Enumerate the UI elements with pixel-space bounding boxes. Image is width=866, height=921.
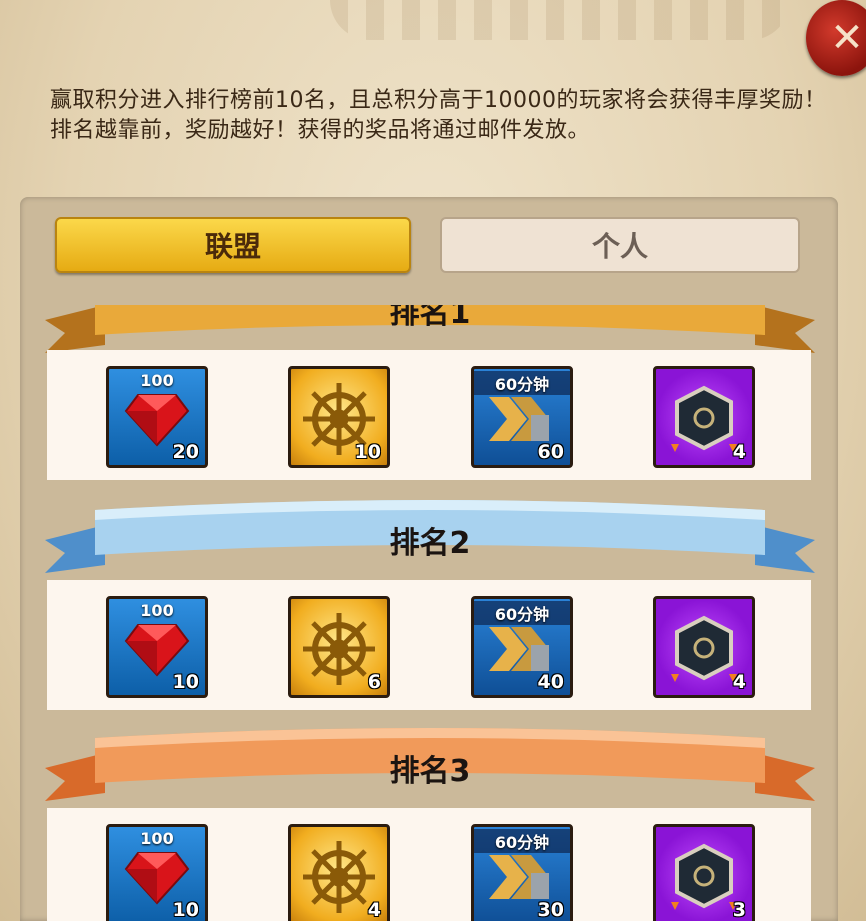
reward-top-label: 100	[140, 371, 174, 390]
event-description: 赢取积分进入排行榜前10名，且总积分高于10000的玩家将会获得丰厚奖励！排名越…	[50, 88, 827, 143]
reward-ship-wheel[interactable]: 4	[288, 824, 390, 921]
reward-count: 60	[537, 441, 564, 463]
rank-2-card: 100 10 6 60分钟 40 4	[47, 580, 811, 710]
reward-count: 20	[172, 441, 199, 463]
reward-count: 4	[732, 671, 746, 693]
rank-1-label: 排名1	[389, 305, 471, 331]
reward-speedup[interactable]: 60分钟 40	[471, 596, 573, 698]
header-ornament	[330, 0, 790, 40]
ruby-icon	[124, 623, 190, 677]
speedup-icon	[489, 854, 549, 899]
reward-count: 4	[367, 899, 381, 921]
rank-2-label: 排名2	[389, 526, 471, 561]
rank-3-label: 排名3	[389, 754, 471, 789]
speedup-icon	[489, 626, 549, 671]
reward-ruby[interactable]: 100 10	[106, 596, 208, 698]
reward-count: 6	[367, 671, 381, 693]
reward-compass-badge[interactable]: 4	[653, 596, 755, 698]
compass-badge-icon	[671, 843, 737, 910]
close-icon: ✕	[830, 15, 864, 61]
reward-speedup[interactable]: 60分钟 60	[471, 366, 573, 468]
reward-count: 10	[172, 899, 199, 921]
reward-speedup[interactable]: 60分钟 30	[471, 824, 573, 921]
reward-ruby[interactable]: 100 20	[106, 366, 208, 468]
rewards-panel: 联盟 个人 排名1 100 20 10 60分钟 60 4 排名2 100 10…	[20, 197, 838, 921]
rank-3-ribbon-label-wrap: 排名3	[45, 728, 815, 808]
rank-2-ribbon-label-wrap: 排名2	[45, 500, 815, 580]
reward-ruby[interactable]: 100 10	[106, 824, 208, 921]
reward-compass-badge[interactable]: 3	[653, 824, 755, 921]
reward-count: 40	[537, 671, 564, 693]
reward-ship-wheel[interactable]: 6	[288, 596, 390, 698]
reward-count: 10	[172, 671, 199, 693]
reward-count: 30	[537, 899, 564, 921]
reward-compass-badge[interactable]: 4	[653, 366, 755, 468]
rank-reward-list[interactable]: 排名1 100 20 10 60分钟 60 4 排名2 100 10 6 60分…	[20, 305, 838, 921]
ruby-icon	[124, 851, 190, 905]
reward-count: 4	[732, 441, 746, 463]
reward-top-label: 100	[140, 829, 174, 848]
compass-badge-icon	[671, 385, 737, 452]
reward-count: 10	[354, 441, 381, 463]
tab-personal[interactable]: 个人	[440, 217, 800, 273]
ruby-icon	[124, 393, 190, 447]
reward-count: 3	[732, 899, 746, 921]
rank-1-card: 100 20 10 60分钟 60 4	[47, 350, 811, 480]
rank-1-ribbon-label-wrap: 排名1	[45, 305, 815, 350]
tab-alliance[interactable]: 联盟	[55, 217, 411, 273]
reward-top-label: 100	[140, 601, 174, 620]
compass-badge-icon	[671, 615, 737, 682]
speedup-icon	[489, 396, 549, 441]
reward-ship-wheel[interactable]: 10	[288, 366, 390, 468]
rank-3-card: 100 10 4 60分钟 30 3	[47, 808, 811, 921]
